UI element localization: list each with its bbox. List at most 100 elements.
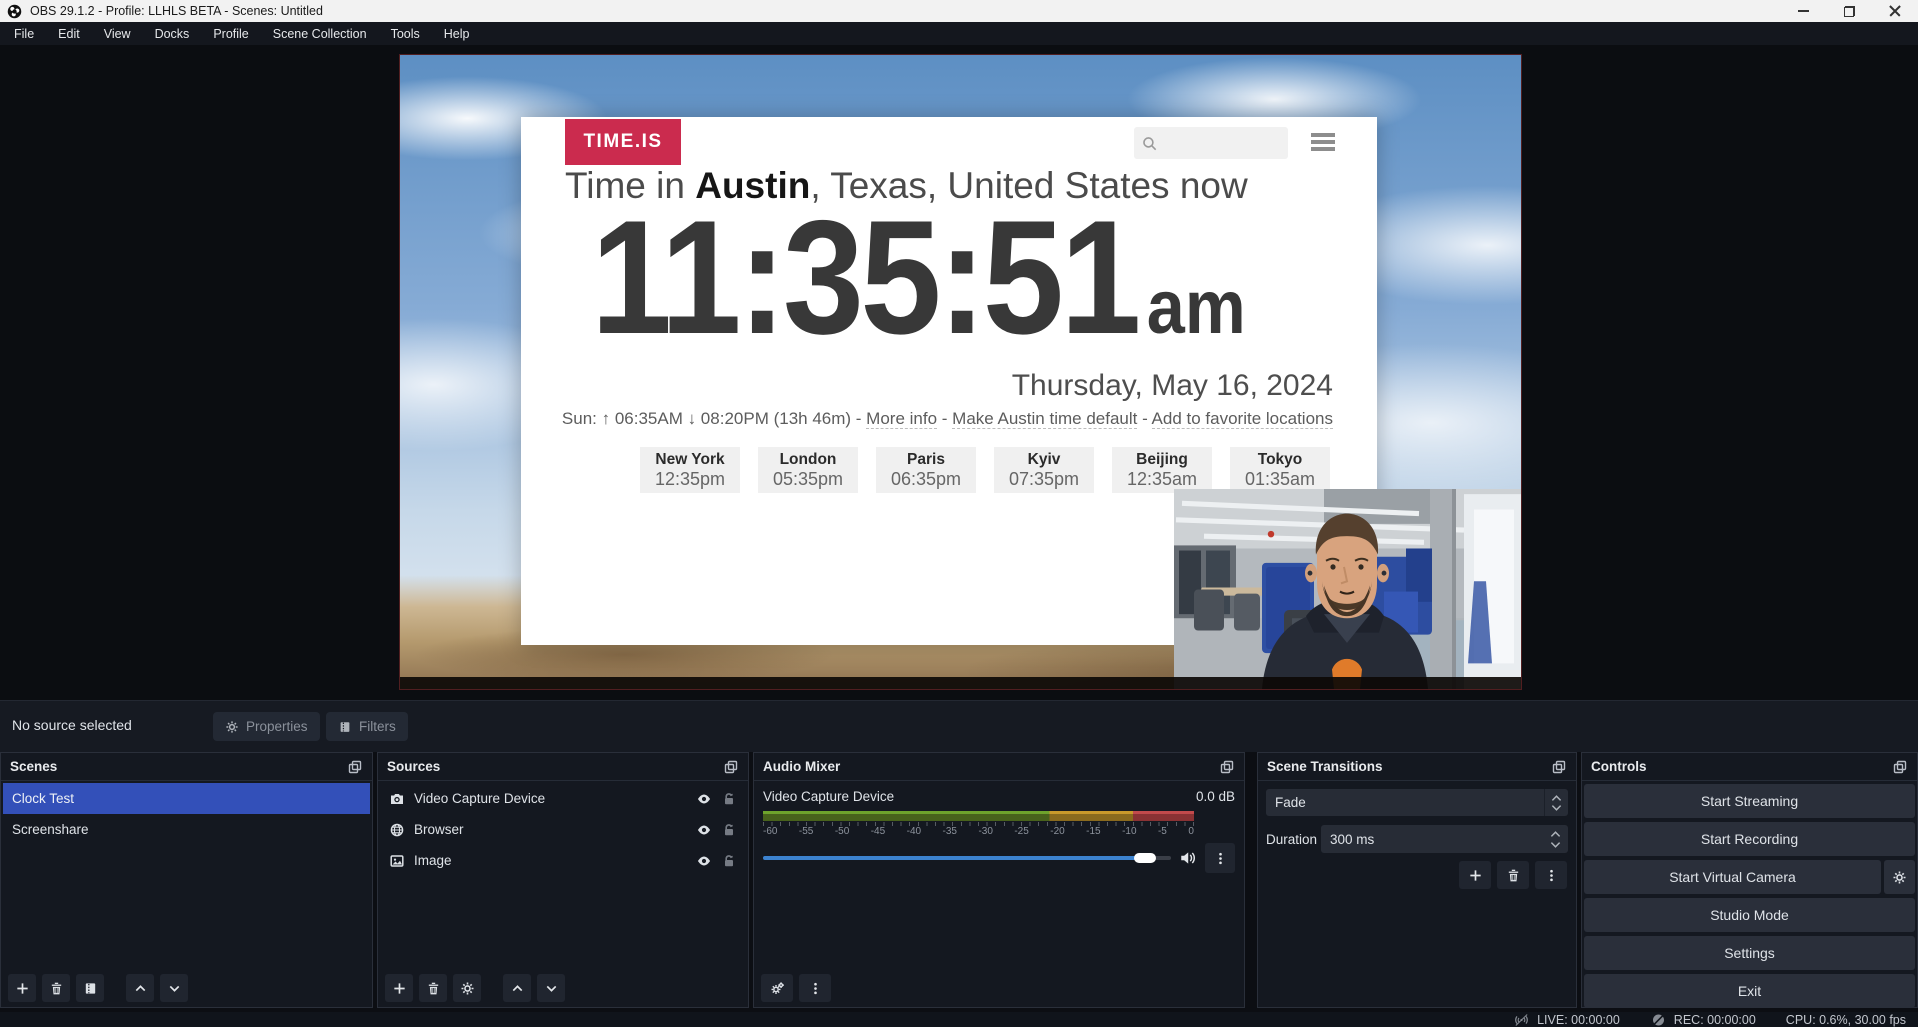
- minimize-button[interactable]: [1780, 0, 1826, 22]
- hamburger-menu-icon: [1311, 133, 1335, 151]
- source-properties-button[interactable]: [453, 974, 481, 1002]
- source-down-button[interactable]: [537, 974, 565, 1002]
- source-item-image[interactable]: Image: [380, 845, 746, 876]
- spin-down-icon[interactable]: [1550, 841, 1561, 848]
- city-times: New York12:35pm London05:35pm Paris06:35…: [640, 447, 1330, 493]
- plus-icon: [1468, 868, 1483, 883]
- menu-scene-collection[interactable]: Scene Collection: [261, 22, 379, 45]
- start-recording-button[interactable]: Start Recording: [1584, 822, 1915, 856]
- duration-spinbox[interactable]: 300 ms: [1321, 825, 1568, 853]
- meter-scale: -60-55-50-45-40-35-30-25-20-15-10-50: [763, 822, 1194, 838]
- kebab-icon: [1213, 851, 1228, 866]
- chevron-up-icon: [510, 981, 525, 996]
- scene-filters-button[interactable]: [76, 974, 104, 1002]
- restore-button[interactable]: [1826, 0, 1872, 22]
- popout-icon[interactable]: [347, 759, 363, 775]
- transition-value: Fade: [1266, 795, 1306, 810]
- eye-icon[interactable]: [696, 822, 712, 838]
- remove-scene-button[interactable]: [42, 974, 70, 1002]
- filters-button[interactable]: Filters: [326, 712, 408, 741]
- popout-icon[interactable]: [723, 759, 739, 775]
- volume-slider-track: [763, 856, 1171, 860]
- city-london: London05:35pm: [758, 447, 858, 493]
- city-tokyo: Tokyo01:35am: [1230, 447, 1330, 493]
- popout-icon[interactable]: [1551, 759, 1567, 775]
- lock-icon[interactable]: [721, 791, 737, 807]
- scene-up-button[interactable]: [126, 974, 154, 1002]
- start-virtual-camera-button[interactable]: Start Virtual Camera: [1584, 860, 1881, 894]
- plus-icon: [392, 981, 407, 996]
- close-button[interactable]: [1872, 0, 1918, 22]
- kebab-icon: [1544, 868, 1559, 883]
- menu-edit[interactable]: Edit: [46, 22, 92, 45]
- settings-button[interactable]: Settings: [1584, 936, 1915, 970]
- transition-menu-button[interactable]: [1535, 861, 1567, 889]
- add-source-button[interactable]: [385, 974, 413, 1002]
- globe-icon: [389, 822, 405, 838]
- scene-item-clock-test[interactable]: Clock Test: [3, 783, 370, 814]
- add-scene-button[interactable]: [8, 974, 36, 1002]
- mixer-menu-button[interactable]: [799, 974, 831, 1002]
- timeis-search-box: [1134, 127, 1288, 159]
- virtual-camera-settings-button[interactable]: [1884, 860, 1915, 894]
- scene-transitions-title: Scene Transitions: [1267, 759, 1383, 774]
- add-transition-button[interactable]: [1459, 861, 1491, 889]
- remove-source-button[interactable]: [419, 974, 447, 1002]
- volume-slider-handle[interactable]: [1134, 853, 1156, 863]
- volume-slider[interactable]: [763, 851, 1171, 865]
- menu-view[interactable]: View: [92, 22, 143, 45]
- scene-item-screenshare[interactable]: Screenshare: [3, 814, 370, 845]
- source-item-video-capture[interactable]: Video Capture Device: [380, 783, 746, 814]
- close-icon: [1889, 5, 1901, 17]
- make-default-link: Make Austin time default: [952, 409, 1137, 429]
- advanced-audio-button[interactable]: [761, 974, 793, 1002]
- properties-button[interactable]: Properties: [213, 712, 320, 741]
- menu-file[interactable]: File: [2, 22, 46, 45]
- duration-value: 300 ms: [1321, 832, 1374, 847]
- remove-transition-button[interactable]: [1497, 861, 1529, 889]
- eye-icon[interactable]: [696, 791, 712, 807]
- filter-icon: [83, 981, 98, 996]
- transition-select[interactable]: Fade: [1266, 789, 1568, 816]
- city-kyiv: Kyiv07:35pm: [994, 447, 1094, 493]
- image-icon: [389, 853, 405, 869]
- advanced-audio-gear-icon: [770, 981, 785, 996]
- menu-tools[interactable]: Tools: [379, 22, 432, 45]
- trash-icon: [1506, 868, 1521, 883]
- webcam-preview: [1174, 489, 1521, 689]
- menu-help[interactable]: Help: [432, 22, 482, 45]
- canvas-letterbox: [400, 677, 1521, 689]
- lock-icon[interactable]: [721, 822, 737, 838]
- restore-icon: [1844, 6, 1855, 17]
- window-title: OBS 29.1.2 - Profile: LLHLS BETA - Scene…: [30, 4, 323, 18]
- lock-icon[interactable]: [721, 853, 737, 869]
- gear-icon: [225, 720, 239, 734]
- popout-icon[interactable]: [1892, 759, 1908, 775]
- menu-profile[interactable]: Profile: [201, 22, 260, 45]
- preview-area: TIME.IS Time in Austin, Texas, United St…: [0, 45, 1918, 700]
- duration-label: Duration: [1266, 832, 1321, 847]
- source-up-button[interactable]: [503, 974, 531, 1002]
- status-bar: LIVE: 00:00:00 REC: 00:00:00 CPU: 0.6%, …: [0, 1012, 1918, 1027]
- eye-icon[interactable]: [696, 853, 712, 869]
- mixer-channel-menu-button[interactable]: [1205, 843, 1235, 873]
- exit-button[interactable]: Exit: [1584, 974, 1915, 1008]
- record-disc-icon: [1650, 1013, 1667, 1027]
- spin-up-icon[interactable]: [1550, 831, 1561, 838]
- start-streaming-button[interactable]: Start Streaming: [1584, 784, 1915, 818]
- live-status: LIVE: 00:00:00: [1513, 1013, 1620, 1027]
- kebab-icon: [808, 981, 823, 996]
- scene-down-button[interactable]: [160, 974, 188, 1002]
- sources-dock: Sources Video Capture Device Browser Ima…: [377, 752, 749, 1008]
- menu-docks[interactable]: Docks: [143, 22, 202, 45]
- preview-canvas[interactable]: TIME.IS Time in Austin, Texas, United St…: [400, 55, 1521, 689]
- menu-bar: File Edit View Docks Profile Scene Colle…: [0, 22, 1918, 45]
- trash-icon: [426, 981, 441, 996]
- trash-icon: [49, 981, 64, 996]
- source-item-browser[interactable]: Browser: [380, 814, 746, 845]
- popout-icon[interactable]: [1219, 759, 1235, 775]
- speaker-icon[interactable]: [1179, 849, 1197, 867]
- studio-mode-button[interactable]: Studio Mode: [1584, 898, 1915, 932]
- scenes-title: Scenes: [10, 759, 57, 774]
- select-arrows-icon: [1544, 789, 1568, 816]
